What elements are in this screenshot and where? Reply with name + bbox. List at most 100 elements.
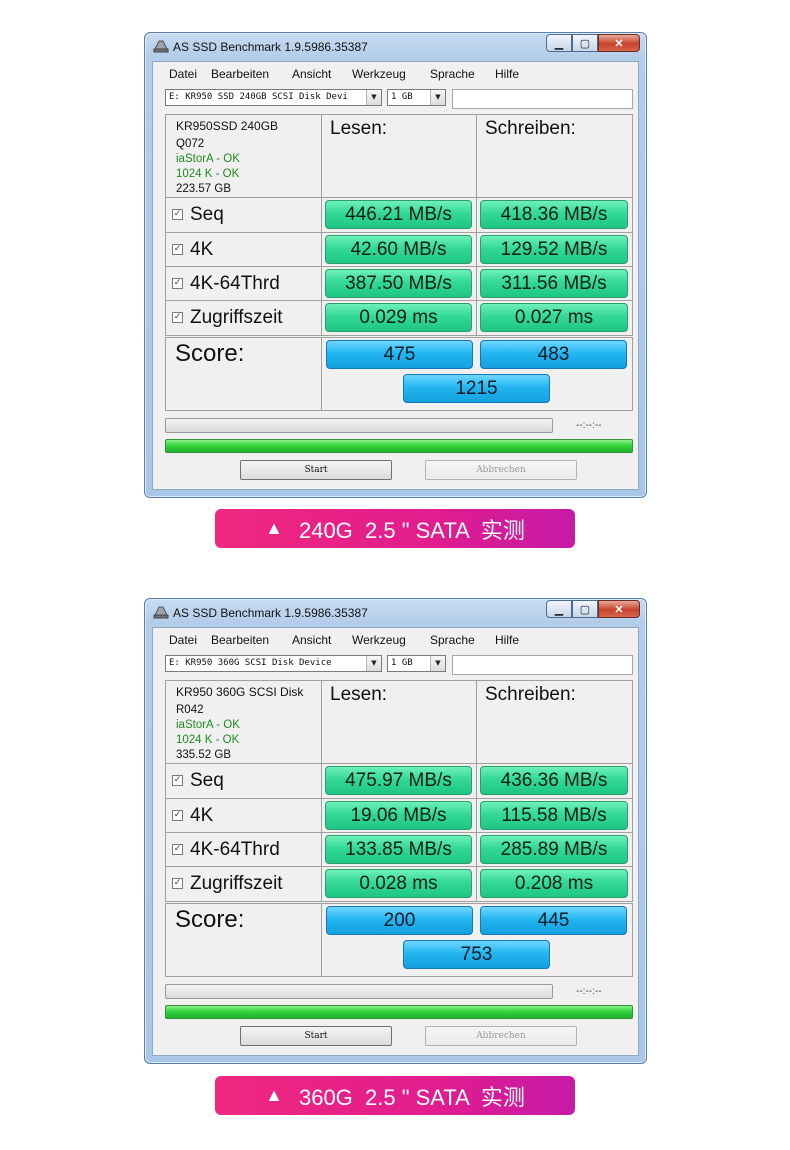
- menu-sprache[interactable]: Sprache: [430, 633, 475, 647]
- test-row-access-time: ✓ Zugriffszeit: [165, 300, 322, 336]
- window-title: AS SSD Benchmark 1.9.5986.35387: [173, 40, 368, 54]
- size-select[interactable]: 1 GB ▼: [387, 655, 446, 672]
- seq-write-cell: 436.36 MB/s: [476, 763, 633, 799]
- access-time-write-result: 0.208 ms: [480, 869, 628, 898]
- maximize-button[interactable]: ▢: [572, 600, 598, 618]
- window-controls: ▁ ▢ ✕: [546, 34, 640, 52]
- close-button[interactable]: ✕: [598, 600, 640, 618]
- abort-button[interactable]: Abbrechen: [425, 460, 577, 480]
- caption-banner: ▲ 360G 2.5 " SATA 实测: [215, 1076, 575, 1115]
- score-label: Score:: [175, 340, 245, 367]
- checkmark-icon: ✓: [173, 810, 182, 820]
- access-time-write-cell: 0.208 ms: [476, 866, 633, 902]
- close-icon: ✕: [614, 37, 624, 50]
- chevron-down-icon: ▼: [366, 656, 381, 671]
- maximize-icon: ▢: [579, 603, 591, 616]
- drive-select[interactable]: E: KR950 360G SCSI Disk Device ▼: [165, 655, 382, 672]
- checkmark-icon: ✓: [173, 278, 182, 288]
- menu-bearbeiten[interactable]: Bearbeiten: [211, 67, 269, 81]
- checkmark-icon: ✓: [173, 209, 182, 219]
- caption-banner: ▲ 240G 2.5 " SATA 实测: [215, 509, 575, 548]
- chevron-down-icon: ▼: [366, 90, 381, 105]
- access-time-checkbox[interactable]: ✓: [172, 878, 183, 889]
- access-time-read-cell: 0.028 ms: [321, 866, 477, 902]
- score-label-cell: Score:: [165, 903, 322, 977]
- score-label: Score:: [175, 906, 245, 933]
- status-textbox[interactable]: [452, 655, 633, 675]
- title-bar[interactable]: AS SSD Benchmark 1.9.5986.35387 ▁ ▢ ✕: [145, 599, 646, 627]
- checkmark-icon: ✓: [173, 312, 182, 322]
- 4k64-checkbox[interactable]: ✓: [172, 844, 183, 855]
- 4k-checkbox[interactable]: ✓: [172, 244, 183, 255]
- read-header-label: Lesen:: [330, 118, 388, 139]
- seq-read-result: 475.97 MB/s: [325, 766, 472, 795]
- write-header-label: Schreiben:: [485, 684, 576, 705]
- menu-hilfe[interactable]: Hilfe: [495, 633, 519, 647]
- disk-drive-icon: [153, 40, 169, 53]
- menu-werkzeug[interactable]: Werkzeug: [352, 67, 406, 81]
- drive-select-value: E: KR950 360G SCSI Disk Device: [169, 658, 332, 668]
- score-total: 1215: [403, 374, 550, 403]
- window-controls: ▁ ▢ ✕: [546, 600, 640, 618]
- driver-status: iaStorA - OK: [176, 153, 240, 165]
- window-title: AS SSD Benchmark 1.9.5986.35387: [173, 606, 368, 620]
- benchmark-window: AS SSD Benchmark 1.9.5986.35387 ▁ ▢ ✕ Da…: [144, 598, 647, 1064]
- checkmark-icon: ✓: [173, 844, 182, 854]
- 4k64-write-result: 285.89 MB/s: [480, 835, 628, 864]
- write-header-label: Schreiben:: [485, 118, 576, 139]
- menu-datei[interactable]: Datei: [169, 67, 197, 81]
- access-time-label: Zugriffszeit: [190, 873, 283, 894]
- menu-ansicht[interactable]: Ansicht: [292, 67, 331, 81]
- menu-bearbeiten[interactable]: Bearbeiten: [211, 633, 269, 647]
- read-column-header: Lesen:: [321, 114, 477, 198]
- score-write: 483: [480, 340, 627, 369]
- start-button[interactable]: Start: [240, 460, 392, 480]
- overall-progress-bar: [165, 1005, 633, 1019]
- seq-checkbox[interactable]: ✓: [172, 775, 183, 786]
- score-panel: 200 445 753: [321, 903, 633, 977]
- minimize-button[interactable]: ▁: [546, 34, 572, 52]
- title-bar[interactable]: AS SSD Benchmark 1.9.5986.35387 ▁ ▢ ✕: [145, 33, 646, 61]
- test-row-access-time: ✓ Zugriffszeit: [165, 866, 322, 902]
- 4k64-checkbox[interactable]: ✓: [172, 278, 183, 289]
- access-time-checkbox[interactable]: ✓: [172, 312, 183, 323]
- menu-datei[interactable]: Datei: [169, 633, 197, 647]
- seq-checkbox[interactable]: ✓: [172, 209, 183, 220]
- menu-sprache[interactable]: Sprache: [430, 67, 475, 81]
- menu-bar: Datei Bearbeiten Ansicht Werkzeug Sprach…: [153, 62, 638, 84]
- menu-hilfe[interactable]: Hilfe: [495, 67, 519, 81]
- 4k64-label: 4K-64Thrd: [190, 839, 280, 860]
- window-client-area: Datei Bearbeiten Ansicht Werkzeug Sprach…: [152, 61, 639, 490]
- drive-firmware: Q072: [176, 138, 205, 150]
- seq-read-result: 446.21 MB/s: [325, 200, 472, 229]
- menu-ansicht[interactable]: Ansicht: [292, 633, 331, 647]
- access-time-read-result: 0.029 ms: [325, 303, 472, 332]
- abort-button[interactable]: Abbrechen: [425, 1026, 577, 1046]
- read-header-label: Lesen:: [330, 684, 388, 705]
- size-select[interactable]: 1 GB ▼: [387, 89, 446, 106]
- 4k64-label: 4K-64Thrd: [190, 273, 280, 294]
- size-select-value: 1 GB: [391, 658, 413, 668]
- score-read: 200: [326, 906, 473, 935]
- access-time-label: Zugriffszeit: [190, 307, 283, 328]
- 4k-checkbox[interactable]: ✓: [172, 810, 183, 821]
- menu-bar: Datei Bearbeiten Ansicht Werkzeug Sprach…: [153, 628, 638, 650]
- seq-read-cell: 475.97 MB/s: [321, 763, 477, 799]
- menu-werkzeug[interactable]: Werkzeug: [352, 633, 406, 647]
- 4k-write-result: 129.52 MB/s: [480, 235, 628, 264]
- drive-info-panel: KR950 360G SCSI Disk R042 iaStorA - OK 1…: [165, 680, 322, 764]
- size-select-value: 1 GB: [391, 92, 413, 102]
- start-button[interactable]: Start: [240, 1026, 392, 1046]
- minimize-button[interactable]: ▁: [546, 600, 572, 618]
- minimize-icon: ▁: [554, 603, 564, 616]
- access-time-read-cell: 0.029 ms: [321, 300, 477, 336]
- read-column-header: Lesen:: [321, 680, 477, 764]
- status-textbox[interactable]: [452, 89, 633, 109]
- 4k-write-cell: 129.52 MB/s: [476, 232, 633, 267]
- 4k64-write-cell: 311.56 MB/s: [476, 266, 633, 301]
- 4k64-write-cell: 285.89 MB/s: [476, 832, 633, 867]
- maximize-button[interactable]: ▢: [572, 34, 598, 52]
- drive-select[interactable]: E: KR950 SSD 240GB SCSI Disk Devi ▼: [165, 89, 382, 106]
- close-button[interactable]: ✕: [598, 34, 640, 52]
- score-total: 753: [403, 940, 550, 969]
